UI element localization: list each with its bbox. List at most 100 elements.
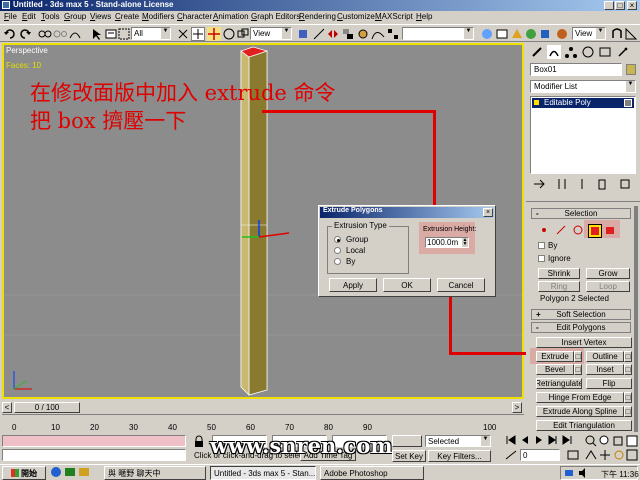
next-frame-icon[interactable] — [546, 434, 560, 448]
menu-character[interactable]: Character — [177, 12, 212, 21]
ignore-checkbox[interactable] — [538, 255, 545, 262]
hinge-from-edge-button[interactable]: Hinge From Edge — [536, 392, 624, 403]
configure-sets-icon[interactable] — [618, 177, 632, 191]
select-object-icon[interactable] — [89, 27, 103, 41]
transform-gizmo[interactable] — [234, 215, 294, 255]
select-and-link-icon[interactable] — [312, 27, 326, 41]
tray-network-icon[interactable] — [563, 467, 577, 480]
bevel-button[interactable]: Bevel — [536, 364, 574, 375]
menu-customize[interactable]: Customize — [337, 12, 375, 21]
bevel-settings-button[interactable]: □ — [574, 364, 582, 375]
radio-by[interactable] — [334, 258, 341, 265]
zoom-extents-icon[interactable] — [612, 435, 626, 449]
snap-toggle-icon[interactable] — [610, 27, 624, 41]
insert-vertex-button[interactable]: Insert Vertex — [536, 337, 632, 348]
light-bulb-icon[interactable] — [534, 100, 539, 105]
selection-rollout-header[interactable]: - Selection — [531, 208, 631, 219]
outline-settings-button[interactable]: □ — [624, 351, 632, 362]
curve-editor-icon[interactable] — [371, 27, 385, 41]
soft-selection-rollout-header[interactable]: + Soft Selection — [531, 309, 631, 320]
radio-group[interactable] — [334, 236, 341, 243]
select-rotate-icon[interactable] — [207, 27, 221, 41]
menu-tools[interactable]: Tools — [41, 12, 60, 21]
menu-modifiers[interactable]: Modifiers — [142, 12, 174, 21]
time-slider-thumb[interactable]: 0 / 100 — [14, 402, 80, 413]
ok-button[interactable]: OK — [383, 278, 431, 292]
grow-button[interactable]: Grow — [586, 268, 630, 279]
menu-file[interactable]: File — [4, 12, 17, 21]
render-scene-icon[interactable] — [495, 27, 509, 41]
goto-start-icon[interactable] — [504, 434, 518, 448]
set-key-button[interactable]: Set Key — [392, 450, 426, 462]
cancel-button[interactable]: Cancel — [437, 278, 485, 292]
time-slider-prev[interactable]: < — [2, 402, 12, 413]
edit-polygons-rollout-header[interactable]: - Edit Polygons — [531, 322, 631, 333]
unlink-icon[interactable] — [53, 27, 67, 41]
create-tab-icon[interactable] — [530, 45, 544, 59]
hierarchy-tab-icon[interactable] — [564, 45, 578, 59]
zoom-extents-all-icon[interactable] — [626, 435, 640, 449]
mirror-icon[interactable] — [326, 27, 340, 41]
menu-views[interactable]: Views — [90, 12, 111, 21]
time-slider-next[interactable]: > — [512, 402, 522, 413]
inset-button[interactable]: Inset — [586, 364, 624, 375]
extrude-spline-settings-button[interactable]: □ — [624, 406, 632, 417]
angle-snap-icon[interactable] — [624, 27, 638, 41]
edge-mode-icon[interactable] — [555, 224, 569, 238]
fov-icon[interactable] — [584, 449, 598, 463]
spinner-icon[interactable]: ▲ ▼ — [462, 238, 468, 247]
arc-rotate-icon[interactable] — [612, 449, 626, 463]
quicklaunch-ie-icon[interactable] — [50, 466, 64, 480]
start-button[interactable]: 開始 — [2, 466, 46, 480]
object-name-field[interactable]: Box01 — [530, 63, 622, 76]
menu-rendering[interactable]: Rendering — [299, 12, 336, 21]
lock-selection-icon[interactable] — [192, 435, 206, 449]
menu-maxscript[interactable]: MAXScript — [375, 12, 413, 21]
material-editor-icon[interactable] — [480, 27, 494, 41]
taskbar-item-chat[interactable]: 與 暱野 聊天中 — [104, 466, 206, 480]
maximize-button[interactable]: □ — [615, 1, 625, 10]
region-select-icon[interactable] — [117, 27, 131, 41]
render-last-icon[interactable] — [538, 27, 552, 41]
remove-modifier-icon[interactable] — [595, 177, 609, 191]
shrink-button[interactable]: Shrink — [538, 268, 580, 279]
extrusion-height-input[interactable]: 1000.0m ▲ ▼ — [425, 237, 469, 248]
scale-uniform-icon[interactable] — [236, 27, 250, 41]
vertex-mode-icon[interactable] — [538, 224, 552, 238]
dialog-close-button[interactable]: × — [483, 208, 493, 217]
make-unique-icon[interactable] — [575, 177, 589, 191]
prev-frame-icon[interactable] — [518, 434, 532, 448]
pan-icon[interactable] — [598, 449, 612, 463]
close-button[interactable]: × — [627, 1, 637, 10]
render-type-icon[interactable] — [524, 27, 538, 41]
goto-end-icon[interactable] — [560, 434, 574, 448]
named-selection-icon[interactable] — [356, 27, 370, 41]
key-mode-icon[interactable] — [504, 449, 518, 463]
redo-icon[interactable] — [18, 27, 32, 41]
menu-help[interactable]: Help — [416, 12, 432, 21]
key-filters-button[interactable]: Key Filters... — [428, 450, 491, 462]
maximize-viewport-icon[interactable] — [626, 449, 640, 463]
modifier-list-dropdown[interactable]: Modifier List ▼ — [530, 80, 636, 93]
apply-button[interactable]: Apply — [329, 278, 377, 292]
menu-edit[interactable]: Edit — [22, 12, 36, 21]
taskbar-item-photoshop[interactable]: Adobe Photoshop — [320, 466, 424, 480]
select-scale-icon[interactable] — [222, 27, 236, 41]
zoom-all-icon[interactable] — [598, 435, 612, 449]
minimize-button[interactable]: _ — [604, 1, 614, 10]
menu-graph-editors[interactable]: Graph Editors — [251, 12, 300, 21]
element-mode-icon[interactable] — [604, 224, 618, 238]
extrude-settings-button[interactable]: □ — [574, 351, 582, 362]
object-color-swatch[interactable] — [626, 64, 636, 75]
quick-render-icon[interactable] — [510, 27, 524, 41]
loop-button[interactable]: Loop — [586, 281, 630, 292]
maxscript-output[interactable] — [2, 449, 186, 461]
align-icon[interactable] — [341, 27, 355, 41]
maxscript-listener[interactable] — [2, 435, 186, 447]
outline-button[interactable]: Outline — [586, 351, 624, 362]
time-slider[interactable]: < 0 / 100 > — [2, 402, 524, 413]
named-selection-sets-field[interactable]: ▼ — [402, 27, 474, 40]
menu-create[interactable]: Create — [115, 12, 139, 21]
retriangulate-button[interactable]: Retriangulate — [536, 378, 582, 389]
view-dropdown-right[interactable]: View ▼ — [572, 27, 606, 40]
